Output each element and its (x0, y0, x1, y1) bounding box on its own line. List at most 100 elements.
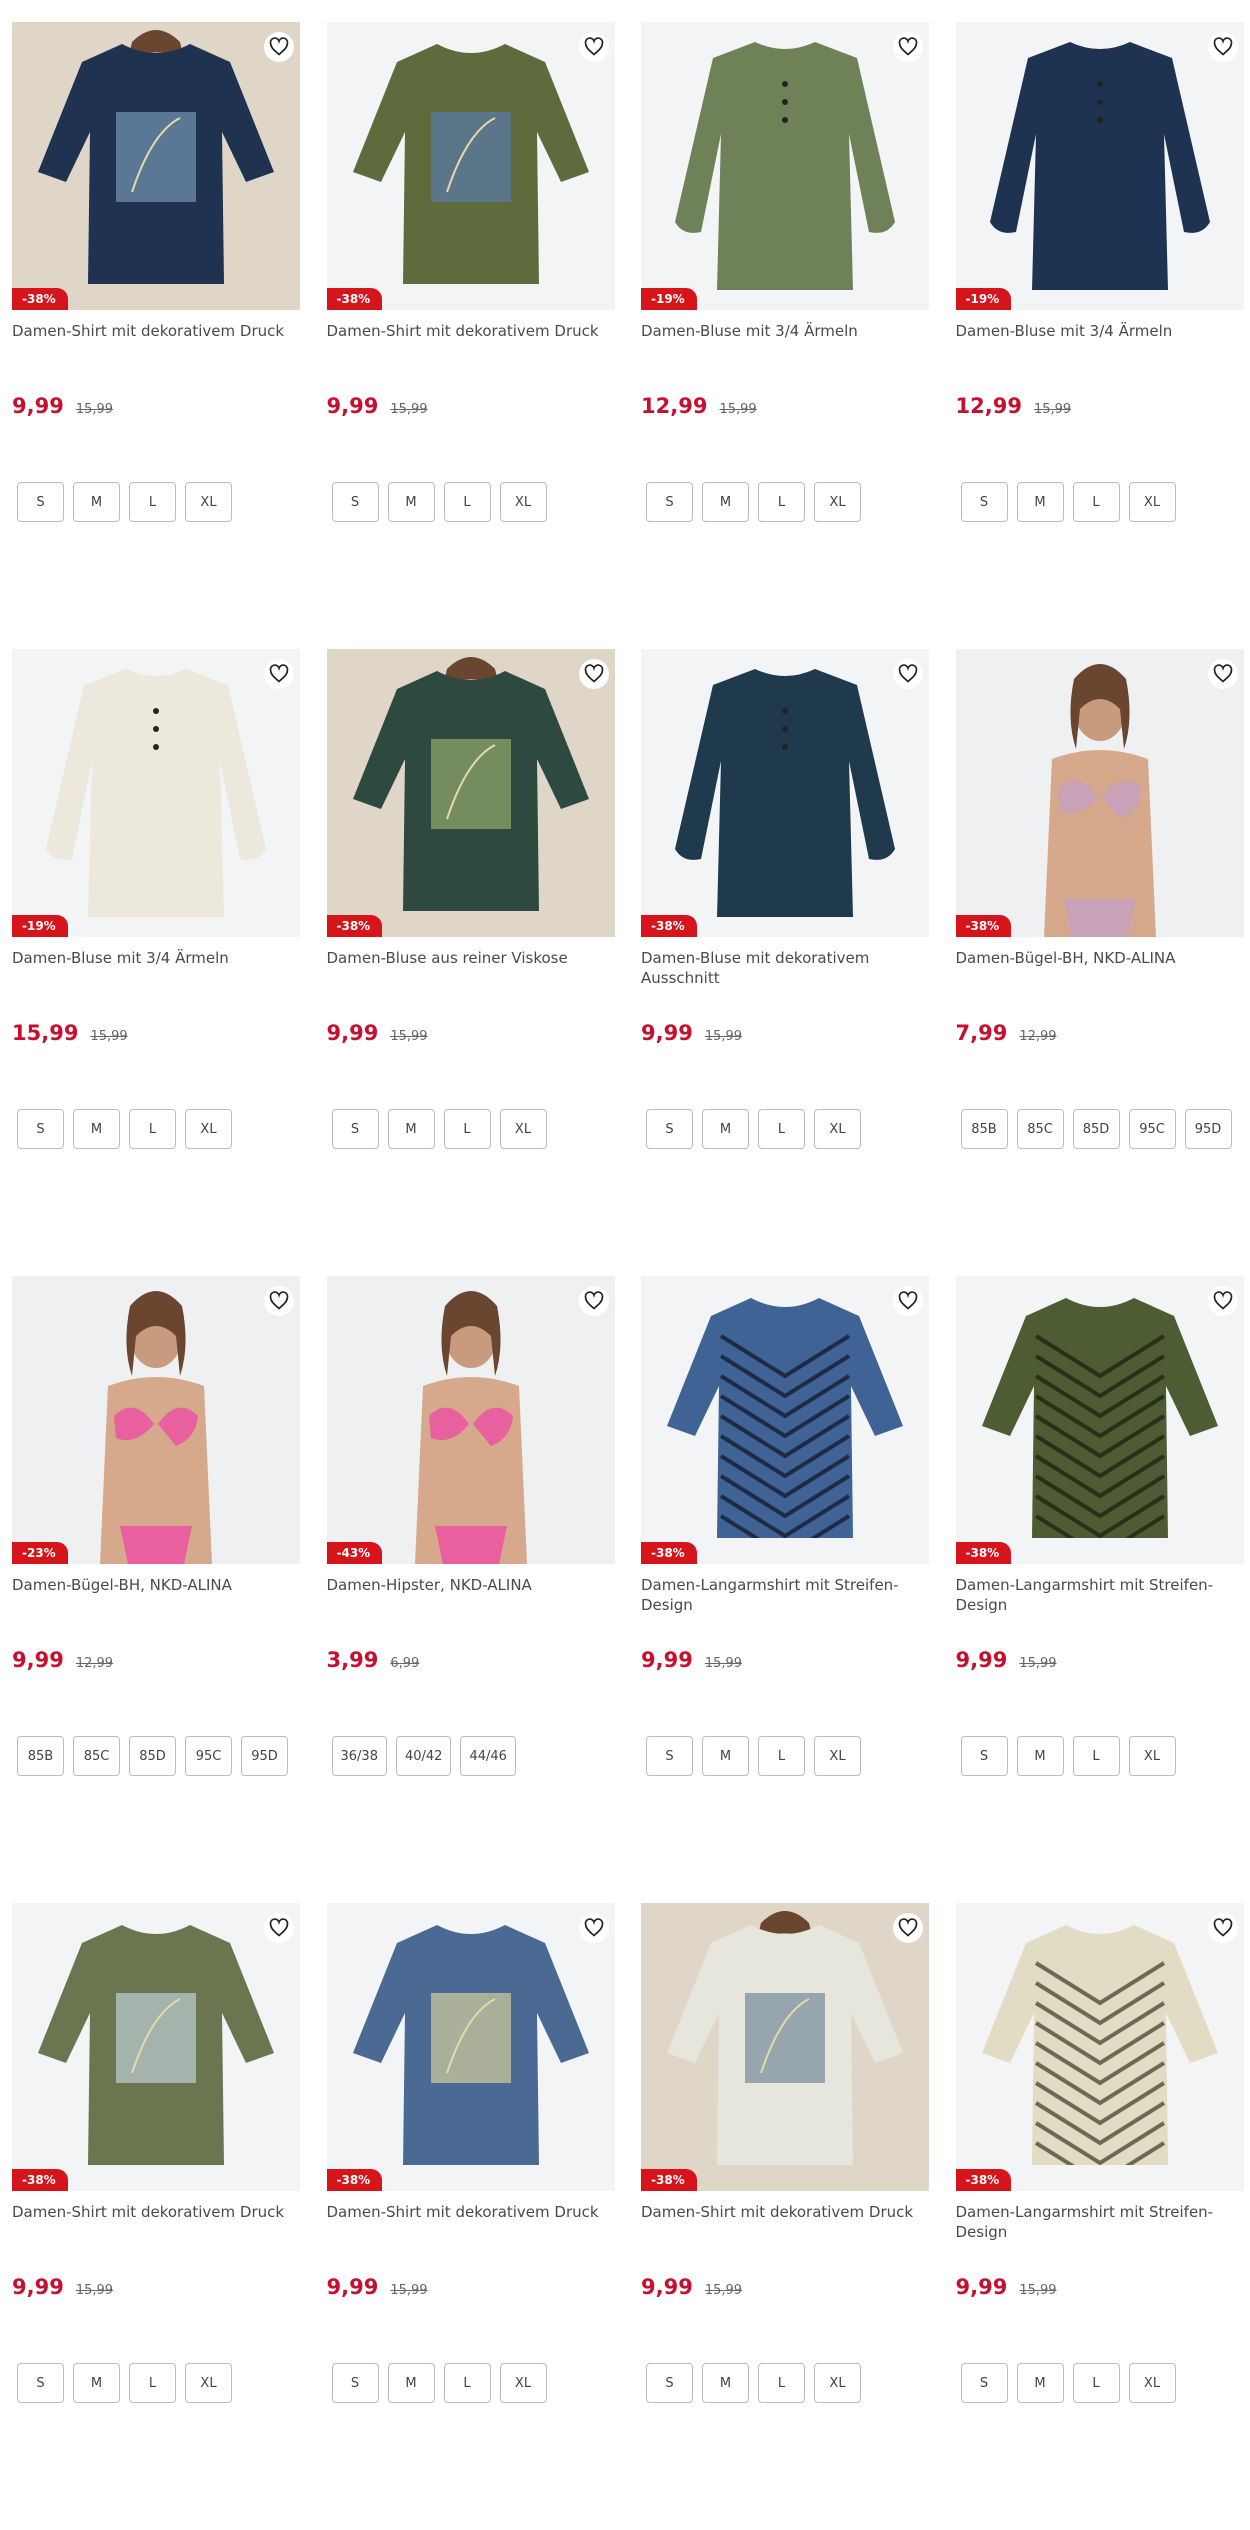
product-card[interactable]: -38% Damen-Shirt mit dekorativem Druck 9… (12, 22, 300, 649)
product-image[interactable]: -38% (955, 1903, 1244, 2191)
size-option[interactable]: XL (814, 1109, 861, 1149)
product-image[interactable]: -19% (641, 22, 929, 310)
size-option[interactable]: 95D (1184, 1109, 1232, 1149)
size-option[interactable]: M (73, 2363, 120, 2403)
size-option[interactable]: L (1072, 1736, 1120, 1776)
wishlist-button[interactable] (893, 1913, 923, 1943)
product-title[interactable]: Damen-Bügel-BH, NKD-ALINA (956, 948, 1244, 988)
product-card[interactable]: -19% Damen-Bluse mit 3/4 Ärmeln 12,99 15… (641, 22, 929, 649)
product-title[interactable]: Damen-Bluse aus reiner Viskose (327, 948, 615, 988)
wishlist-button[interactable] (1207, 659, 1238, 689)
product-card[interactable]: -38% Damen-Shirt mit dekorativem Druck 9… (326, 1903, 615, 2530)
product-title[interactable]: Damen-Bluse mit 3/4 Ärmeln (956, 321, 1244, 361)
size-option[interactable]: M (702, 2363, 749, 2403)
product-title[interactable]: Damen-Shirt mit dekorativem Druck (327, 2202, 615, 2242)
product-title[interactable]: Damen-Bügel-BH, NKD-ALINA (12, 1575, 300, 1615)
size-option[interactable]: L (129, 482, 176, 522)
size-option[interactable]: XL (499, 2363, 547, 2403)
size-option[interactable]: S (960, 2363, 1008, 2403)
size-option[interactable]: XL (1128, 482, 1176, 522)
size-option[interactable]: L (129, 1109, 176, 1149)
wishlist-button[interactable] (578, 659, 609, 689)
size-option[interactable]: S (960, 482, 1008, 522)
product-card[interactable]: -19% Damen-Bluse mit 3/4 Ärmeln 15,99 15… (12, 649, 300, 1276)
size-option[interactable]: L (1072, 2363, 1120, 2403)
wishlist-button[interactable] (1207, 32, 1238, 62)
size-option[interactable]: XL (814, 2363, 861, 2403)
wishlist-button[interactable] (264, 1913, 294, 1943)
size-option[interactable]: M (702, 482, 749, 522)
wishlist-button[interactable] (893, 32, 923, 62)
size-option[interactable]: L (758, 482, 805, 522)
product-card[interactable]: -43% Damen-Hipster, NKD-ALINA 3,99 6,99 … (326, 1276, 615, 1903)
size-option[interactable]: 85C (1016, 1109, 1064, 1149)
size-option[interactable]: M (387, 1109, 435, 1149)
size-option[interactable]: L (758, 1109, 805, 1149)
wishlist-button[interactable] (1207, 1913, 1238, 1943)
product-image[interactable]: -38% (955, 649, 1244, 937)
size-option[interactable]: XL (1128, 2363, 1176, 2403)
size-option[interactable]: L (443, 2363, 491, 2403)
wishlist-button[interactable] (264, 1286, 294, 1316)
size-option[interactable]: XL (185, 2363, 232, 2403)
size-option[interactable]: L (443, 1109, 491, 1149)
size-option[interactable]: S (17, 2363, 64, 2403)
product-image[interactable]: -43% (326, 1276, 615, 1564)
product-title[interactable]: Damen-Shirt mit dekorativem Druck (12, 321, 300, 361)
size-option[interactable]: 85B (17, 1736, 64, 1776)
size-option[interactable]: M (73, 482, 120, 522)
product-image[interactable]: -38% (326, 649, 615, 937)
size-option[interactable]: XL (499, 482, 547, 522)
wishlist-button[interactable] (264, 32, 294, 62)
size-option[interactable]: S (331, 1109, 379, 1149)
product-card[interactable]: -38% Damen-Langarmshirt mit Streifen-Des… (955, 1276, 1244, 1903)
product-title[interactable]: Damen-Langarmshirt mit Streifen-Design (956, 2202, 1244, 2242)
product-card[interactable]: -19% Damen-Bluse mit 3/4 Ärmeln 12,99 15… (955, 22, 1244, 649)
size-option[interactable]: XL (814, 482, 861, 522)
size-option[interactable]: L (443, 482, 491, 522)
product-title[interactable]: Damen-Bluse mit 3/4 Ärmeln (641, 321, 929, 361)
size-option[interactable]: 95C (1128, 1109, 1176, 1149)
product-image[interactable]: -38% (641, 1903, 929, 2191)
size-option[interactable]: L (1072, 482, 1120, 522)
product-image[interactable]: -38% (12, 1903, 300, 2191)
size-option[interactable]: 95C (185, 1736, 232, 1776)
product-title[interactable]: Damen-Shirt mit dekorativem Druck (641, 2202, 929, 2242)
size-option[interactable]: M (702, 1109, 749, 1149)
size-option[interactable]: M (1016, 482, 1064, 522)
product-image[interactable]: -19% (12, 649, 300, 937)
product-image[interactable]: -38% (326, 22, 615, 310)
wishlist-button[interactable] (264, 659, 294, 689)
size-option[interactable]: XL (185, 482, 232, 522)
wishlist-button[interactable] (893, 659, 923, 689)
product-card[interactable]: -38% Damen-Bluse aus reiner Viskose 9,99… (326, 649, 615, 1276)
product-card[interactable]: -23% Damen-Bügel-BH, NKD-ALINA 9,99 12,9… (12, 1276, 300, 1903)
size-option[interactable]: S (646, 482, 693, 522)
size-option[interactable]: L (129, 2363, 176, 2403)
size-option[interactable]: 85D (1072, 1109, 1120, 1149)
size-option[interactable]: 95D (241, 1736, 288, 1776)
product-title[interactable]: Damen-Bluse mit dekorativem Ausschnitt (641, 948, 929, 988)
product-title[interactable]: Damen-Bluse mit 3/4 Ärmeln (12, 948, 300, 988)
size-option[interactable]: XL (499, 1109, 547, 1149)
size-option[interactable]: XL (1128, 1736, 1176, 1776)
product-card[interactable]: -38% Damen-Shirt mit dekorativem Druck 9… (326, 22, 615, 649)
product-title[interactable]: Damen-Hipster, NKD-ALINA (327, 1575, 615, 1615)
size-option[interactable]: S (646, 1109, 693, 1149)
size-option[interactable]: L (758, 1736, 805, 1776)
size-option[interactable]: M (702, 1736, 749, 1776)
size-option[interactable]: M (1016, 2363, 1064, 2403)
product-title[interactable]: Damen-Shirt mit dekorativem Druck (12, 2202, 300, 2242)
wishlist-button[interactable] (1207, 1286, 1238, 1316)
size-option[interactable]: 85B (960, 1109, 1008, 1149)
product-image[interactable]: -19% (955, 22, 1244, 310)
product-image[interactable]: -38% (641, 649, 929, 937)
product-card[interactable]: -38% Damen-Shirt mit dekorativem Druck 9… (12, 1903, 300, 2530)
size-option[interactable]: L (758, 2363, 805, 2403)
wishlist-button[interactable] (578, 1286, 609, 1316)
product-image[interactable]: -23% (12, 1276, 300, 1564)
product-title[interactable]: Damen-Langarmshirt mit Streifen-Design (641, 1575, 929, 1615)
size-option[interactable]: S (331, 2363, 379, 2403)
size-option[interactable]: M (1016, 1736, 1064, 1776)
product-card[interactable]: -38% Damen-Langarmshirt mit Streifen-Des… (641, 1276, 929, 1903)
